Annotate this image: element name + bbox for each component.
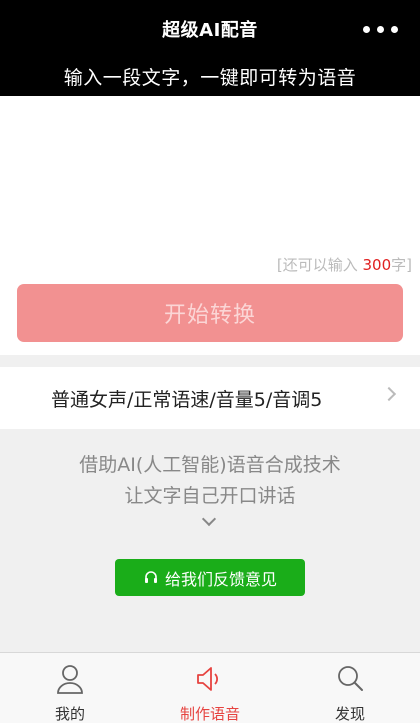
counter-suffix: 字] (391, 256, 412, 274)
feedback-label: 给我们反馈意见 (164, 569, 277, 589)
tab-label: 制作语音 (179, 705, 240, 723)
more-dot (391, 26, 398, 33)
tab-discover[interactable]: 发现 (280, 653, 420, 723)
char-counter: [还可以输入 300字] (277, 254, 412, 275)
page-subtitle: 输入一段文字，一键即可转为语音 (63, 67, 357, 89)
text-editor-panel: [还可以输入 300字] 开始转换 (0, 96, 420, 355)
headset-icon (143, 570, 159, 586)
bottom-tab-bar: 我的 制作语音 发现 (0, 652, 420, 723)
chevron-down-icon[interactable] (201, 511, 217, 527)
voice-settings-row[interactable]: 普通女声/正常语速/音量5/音调5 (0, 367, 420, 429)
counter-count: 300 (362, 256, 392, 274)
info-line-1: 借助AI(人工智能)语音合成技术 (79, 454, 341, 476)
speaker-icon (194, 663, 226, 699)
text-input[interactable] (14, 104, 406, 244)
search-icon (335, 663, 365, 699)
more-dot (363, 26, 370, 33)
top-bar: 超级AI配音 输入一段文字，一键即可转为语音 (0, 0, 420, 96)
tab-mine[interactable]: 我的 (0, 653, 140, 723)
more-dot (377, 26, 384, 33)
tab-label: 发现 (334, 705, 365, 723)
start-convert-button[interactable]: 开始转换 (17, 284, 403, 342)
voice-settings-label: 普通女声/正常语速/音量5/音调5 (51, 389, 323, 411)
more-menu-icon[interactable] (363, 26, 398, 33)
feedback-button[interactable]: 给我们反馈意见 (115, 559, 305, 596)
counter-prefix: [还可以输入 (276, 256, 363, 274)
user-icon (55, 663, 85, 699)
tab-label: 我的 (54, 705, 85, 723)
info-line-2: 让文字自己开口讲话 (124, 485, 296, 507)
tab-make-voice[interactable]: 制作语音 (140, 653, 280, 723)
chevron-right-icon (381, 386, 397, 402)
app-title: 超级AI配音 (162, 20, 258, 41)
